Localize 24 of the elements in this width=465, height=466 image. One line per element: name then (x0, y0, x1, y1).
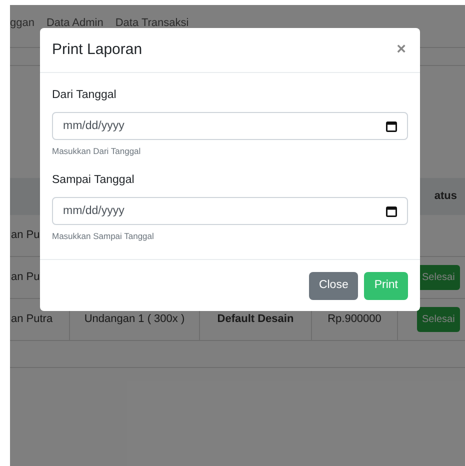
nav-link[interactable]: Data Admin (46, 15, 104, 32)
table-cell-text: an Pu (11, 228, 40, 244)
field-hint: Masukkan Sampai Tanggal (52, 230, 155, 243)
table-cell-text: an Putra (11, 312, 53, 328)
field-hint: Masukkan Dari Tanggal (52, 145, 142, 158)
table-cell-text: an Pu (11, 270, 40, 286)
calendar-icon (386, 206, 397, 217)
calendar-icon (386, 120, 397, 132)
field-label: Sampai Tanggal (52, 173, 136, 188)
nav-link[interactable]: ggan (10, 15, 34, 32)
close-dialog-button[interactable]: Close (308, 272, 358, 300)
table-cell-text: Rp.900000 (328, 312, 382, 328)
date-field[interactable]: mm/dd/yyyy (52, 197, 408, 226)
print-button[interactable]: Print (364, 272, 408, 300)
nav-link[interactable]: Data Transaksi (115, 15, 189, 32)
dialog-title: Print Laporan (52, 40, 142, 60)
table-cell-text: Default Desain (217, 312, 294, 328)
close-button[interactable]: × (394, 42, 408, 58)
field-label: Dari Tanggal (52, 88, 118, 103)
status-badge: Selesai (417, 307, 460, 332)
column-header: atus (434, 189, 457, 204)
status-badge: Selesai (417, 265, 460, 290)
table-cell-text: Undangan 1 ( 300x ) (84, 312, 185, 328)
date-field[interactable]: mm/dd/yyyy (52, 112, 408, 140)
